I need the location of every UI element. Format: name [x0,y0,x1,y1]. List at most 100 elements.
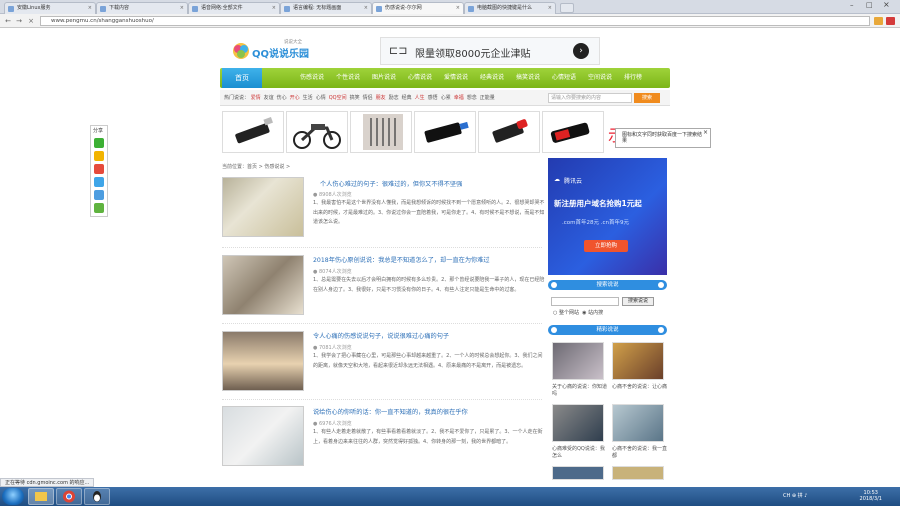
tab-close-icon[interactable]: × [364,3,368,14]
nav-item[interactable]: 心情说说 [408,68,432,88]
article-thumbnail[interactable] [222,177,304,237]
hot-tag-link[interactable]: 心情 [316,95,326,101]
product-image[interactable] [222,111,284,153]
recommend-thumbnail[interactable] [552,404,604,442]
article-title[interactable]: 个人伤心难过的句子：很难过的，但你又不得不坚强 [320,179,462,188]
nav-item[interactable]: 图片说说 [372,68,396,88]
recommend-thumbnail[interactable] [612,404,664,442]
chrome-taskbar-icon[interactable] [56,488,82,505]
hot-tag-link[interactable]: 人生 [415,95,425,101]
site-logo[interactable]: QQ说说乐园 说说大全 [232,40,322,60]
menu-icon[interactable] [886,17,895,25]
search-input[interactable]: 请输入你要搜索的内容 [548,93,632,103]
product-image[interactable] [414,111,476,153]
recommend-caption[interactable]: 心痛不舍的说说：让心痛 [612,384,668,391]
nav-item[interactable]: 爱情说说 [444,68,468,88]
qq-taskbar-icon[interactable] [84,488,110,505]
back-icon[interactable]: ← [3,16,13,26]
hot-tag-link[interactable]: 想念 [467,95,477,101]
hot-tag-link[interactable]: 感悟 [428,95,438,101]
system-tray[interactable]: CH ⊕ 拼 ♪ [783,492,807,499]
recommend-thumbnail[interactable] [612,342,664,380]
nav-item[interactable]: 经典说说 [480,68,504,88]
tooltip-close-icon[interactable]: × [703,130,708,136]
hot-tag-link[interactable]: 情侣 [363,95,373,101]
product-image[interactable] [350,111,412,153]
hot-tag-link[interactable]: 伤心 [277,95,287,101]
hot-tag-link[interactable]: 正能量 [480,95,495,101]
browser-tab[interactable]: 电脑截图的快捷键是什么 × [464,2,556,14]
article-thumbnail[interactable] [222,331,304,391]
close-icon[interactable]: × [883,0,890,9]
hot-tag-link[interactable]: 励志 [389,95,399,101]
tab-close-icon[interactable]: × [456,3,460,14]
start-button[interactable] [2,488,24,505]
qq-icon[interactable] [94,190,104,200]
nav-item[interactable]: 个性说说 [336,68,360,88]
browser-tab[interactable]: 语音网络:全部文件 × [188,2,280,14]
recommend-caption[interactable]: 心痛难受的QQ说说：我怎么 [552,446,608,459]
explorer-taskbar-icon[interactable] [28,488,54,505]
hot-tag-link[interactable]: 开心 [290,95,300,101]
top-advert[interactable]: ⊏⊐ 限量领取8000元企业津贴 › [380,37,600,65]
article-thumbnail[interactable] [222,255,304,315]
hot-tag-link[interactable]: 爱情 [251,95,261,101]
more-share-icon[interactable] [94,203,104,213]
new-tab-button[interactable] [560,3,574,13]
nav-item[interactable]: 排行榜 [624,68,642,88]
nav-item[interactable]: 伤感说说 [300,68,324,88]
ad-arrow-icon[interactable]: › [573,43,589,59]
product-image[interactable] [478,111,540,153]
sidebar-search-input[interactable] [551,297,619,306]
nav-item[interactable]: 搞笑说说 [516,68,540,88]
wechat-icon[interactable] [94,138,104,148]
browser-tab[interactable]: 下载内容 × [96,2,188,14]
tab-close-icon[interactable]: × [272,3,276,14]
hot-tag-link[interactable]: 友谊 [264,95,274,101]
hot-tag-link[interactable]: 心累 [441,95,451,101]
maximize-icon[interactable]: □ [866,1,873,9]
minimize-icon[interactable]: – [850,1,854,9]
hot-tag-link[interactable]: 幸福 [454,95,464,101]
hot-tag-link[interactable]: 生活 [303,95,313,101]
browser-tab[interactable]: 安徽Linux服务 × [4,2,96,14]
browser-tab[interactable]: 语言编程: 无标题画面 × [280,2,372,14]
recommend-caption[interactable]: 心痛不舍的说说：我一直都 [612,446,668,459]
radio-site-icon[interactable]: ○ [553,310,557,316]
product-image[interactable] [542,111,604,153]
article-title[interactable]: 2018年伤心原创说说：我总是不知道怎么了，却一直在为你难过 [313,255,490,264]
article-title[interactable]: 令人心痛的伤感说说句子，说说很难过心痛的句子 [313,331,449,340]
article-thumbnail[interactable] [222,406,304,466]
search-button[interactable]: 搜索 [634,93,660,103]
nav-item[interactable]: 心情短语 [552,68,576,88]
tencent-weibo-icon[interactable] [94,177,104,187]
recommend-thumbnail[interactable] [552,466,604,480]
stop-icon[interactable]: × [26,16,36,26]
hot-tag-link[interactable]: 经典 [402,95,412,101]
sidebar-search-button[interactable]: 搜索说说 [622,297,654,306]
qzone-icon[interactable] [94,151,104,161]
clock[interactable]: 10:53 2018/3/1 [860,490,882,502]
nav-item[interactable]: 空间说说 [588,68,612,88]
hot-tag-link[interactable]: QQ空间 [329,95,347,101]
recommend-thumbnail[interactable] [552,342,604,380]
search-placeholder: 请输入你要搜索的内容 [551,95,602,101]
ad-cta-button[interactable]: 立即抢购 [584,240,628,252]
recommend-thumbnail[interactable] [612,466,664,480]
tab-close-icon[interactable]: × [180,3,184,14]
radio-local-icon[interactable]: ◉ [582,310,586,316]
weibo-icon[interactable] [94,164,104,174]
nav-home[interactable]: 首页 [222,68,262,88]
recommend-caption[interactable]: 关于心痛的说说：你知道吗 [552,384,608,397]
forward-icon[interactable]: → [14,16,24,26]
hot-tag-link[interactable]: 搞笑 [350,95,360,101]
url-field[interactable]: www.pengmu.cn/shangganshuoshuo/ [40,16,870,26]
product-image[interactable] [286,111,348,153]
article-title[interactable]: 说给伤心的你听的话：你一直不知道的，我真的很在乎你 [313,407,468,416]
sidebar-advert[interactable]: ☁ 腾讯云 新注册用户域名抢购1元起 .com首年28元 .cn首年9元 立即抢… [548,158,667,275]
tab-close-icon[interactable]: × [548,3,552,14]
browser-tab-active[interactable]: 伤感说说-尔尔网 × [372,2,464,14]
tab-close-icon[interactable]: × [88,3,92,14]
hot-tag-link[interactable]: 朋友 [376,95,386,101]
extension-icon[interactable] [874,17,883,25]
